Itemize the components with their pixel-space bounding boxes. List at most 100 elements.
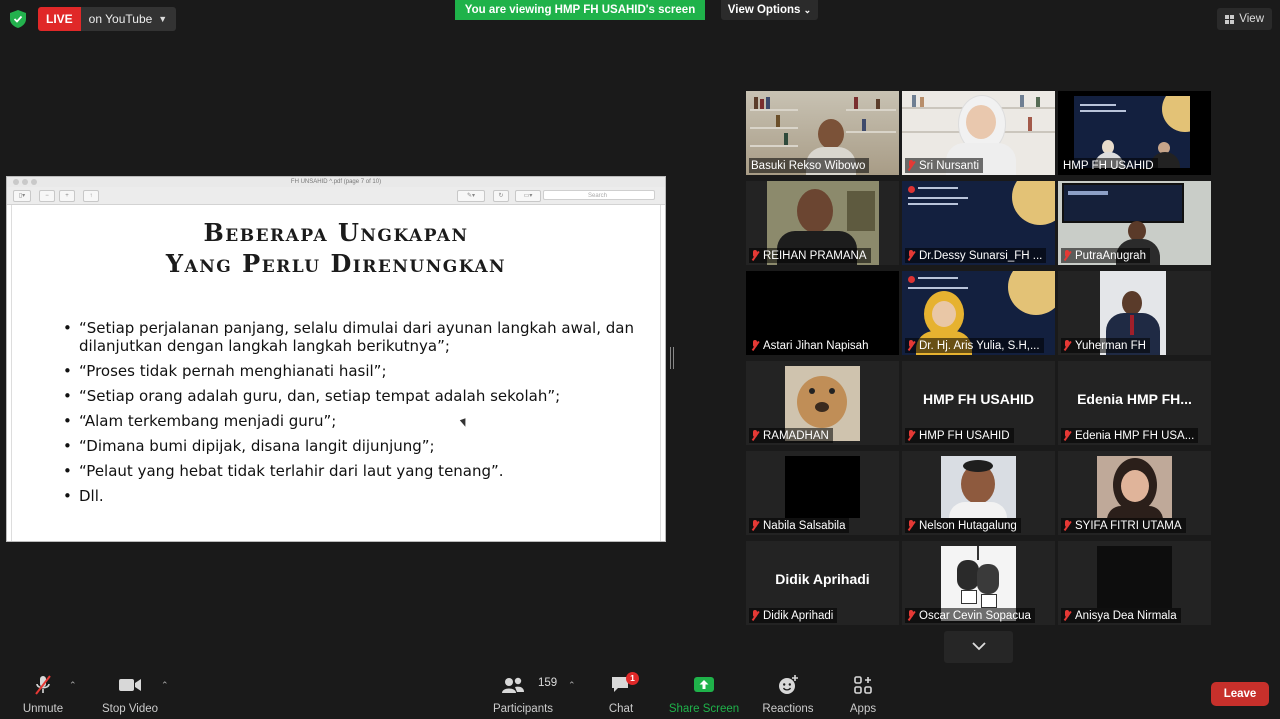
participant-name-label: Basuki Rekso Wibowo [749, 158, 870, 173]
participant-name-label: Dr.Dessy Sunarsi_FH ... [905, 248, 1047, 263]
rotate-icon: ↻ [493, 190, 509, 202]
participant-name-label: Nabila Salsabila [749, 518, 850, 533]
share-icon: ↑ [83, 190, 99, 202]
view-options-button[interactable]: View Options ⌄ [721, 0, 818, 20]
participant-tile[interactable]: SYIFA FITRI UTAMA [1058, 451, 1211, 535]
participant-tile[interactable]: Basuki Rekso Wibowo [746, 91, 899, 175]
slide-bullet-list: “Setiap perjalanan panjang, selalu dimul… [62, 319, 652, 512]
chevron-down-icon: ▼ [158, 14, 168, 24]
chevron-down-icon [972, 642, 986, 651]
chevron-down-icon: ⌄ [803, 5, 812, 15]
participant-tile[interactable]: Nelson Hutagalung [902, 451, 1055, 535]
apps-button[interactable]: Apps [846, 674, 880, 715]
slide-bullet: “Alam terkembang menjadi guru”; [62, 412, 652, 430]
mic-muted-icon [751, 430, 759, 441]
pdf-window-titlebar: FH UNSAHID ^.pdf (page 7 of 10) [7, 177, 665, 187]
mic-muted-icon [907, 520, 915, 531]
annotate-icon: ▭▾ [515, 190, 541, 202]
video-options-caret[interactable]: ⌃ [161, 680, 169, 691]
slide-bullet: “Dimana bumi dipijak, disana langit diju… [62, 437, 652, 455]
mic-muted-icon [907, 610, 915, 621]
participant-avatar [941, 456, 1016, 518]
unmute-button[interactable]: Unmute [20, 674, 66, 715]
participants-options-caret[interactable]: ⌃ [568, 680, 576, 691]
participant-tile[interactable]: Edenia HMP FH... Edenia HMP FH USA... [1058, 361, 1211, 445]
mic-muted-icon [751, 520, 759, 531]
participant-tile[interactable]: Yuherman FH [1058, 271, 1211, 355]
reactions-label: Reactions [762, 703, 814, 715]
mic-muted-icon [35, 675, 51, 695]
mic-muted-icon [751, 250, 759, 261]
chat-label: Chat [608, 703, 634, 715]
next-page-button[interactable] [944, 631, 1013, 663]
zoom-out-icon: − [39, 190, 55, 202]
participant-tile[interactable]: HMP FH USAHID HMP FH USAHID [902, 361, 1055, 445]
smiley-plus-icon [779, 675, 798, 694]
participant-avatar [1097, 456, 1172, 520]
participant-avatar [785, 456, 860, 518]
slide-title-line1: Beberapa Ungkapan [203, 218, 469, 247]
mic-muted-icon [907, 340, 915, 351]
shared-screen[interactable]: FH UNSAHID ^.pdf (page 7 of 10) ▯▾ − + ↑… [6, 176, 666, 542]
slide-bullet: Dll. [62, 487, 652, 505]
slide-title-line2: Yang Perlu Direnungkan [165, 249, 507, 278]
mic-muted-icon [751, 340, 759, 351]
participants-label: Participants [492, 703, 554, 715]
participant-gallery: Basuki Rekso Wibowo Sri Nursanti HMP FH … [746, 91, 1212, 625]
participant-avatar [1097, 546, 1172, 608]
markup-pen-icon: ✎▾ [457, 190, 485, 202]
leave-button[interactable]: Leave [1211, 682, 1269, 706]
participants-icon [502, 677, 524, 693]
participant-tile[interactable]: Sri Nursanti [902, 91, 1055, 175]
stream-target-dropdown[interactable]: on YouTube ▼ [80, 7, 177, 31]
participant-tile[interactable]: Astari Jihan Napisah [746, 271, 899, 355]
participant-tile[interactable]: REIHAN PRAMANA [746, 181, 899, 265]
participant-name-label: Sri Nursanti [905, 158, 984, 173]
participant-name-label: Nelson Hutagalung [905, 518, 1021, 533]
zoom-in-icon: + [59, 190, 75, 202]
mic-muted-icon [1063, 430, 1071, 441]
stop-video-label: Stop Video [101, 703, 159, 715]
slide-bullet: “Pelaut yang hebat tidak terlahir dari l… [62, 462, 652, 480]
pdf-window-title: FH UNSAHID ^.pdf (page 7 of 10) [290, 179, 382, 185]
participant-tile[interactable]: Oscar Cevin Sopacua [902, 541, 1055, 625]
video-camera-icon [119, 679, 141, 691]
share-screen-button[interactable]: Share Screen [668, 674, 740, 715]
participant-name-label: Edenia HMP FH USA... [1061, 428, 1199, 443]
unmute-label: Unmute [22, 703, 64, 715]
split-view-drag-handle[interactable] [670, 347, 674, 369]
participant-tile[interactable]: Didik Aprihadi Didik Aprihadi [746, 541, 899, 625]
live-stream-indicator[interactable]: LIVE on YouTube ▼ [38, 7, 177, 31]
mic-muted-icon [1063, 250, 1071, 261]
slide-bullet: “Setiap perjalanan panjang, selalu dimul… [62, 319, 652, 355]
view-options-label: View Options [727, 4, 801, 16]
participant-name-label: RAMADHAN [749, 428, 833, 443]
participant-name-label: Oscar Cevin Sopacua [905, 608, 1035, 623]
participant-tile[interactable]: HMP FH USAHID [1058, 91, 1211, 175]
audio-options-caret[interactable]: ⌃ [69, 680, 77, 691]
apps-icon [854, 676, 872, 694]
share-screen-icon [694, 677, 714, 692]
participant-tile[interactable]: PutraAnugrah [1058, 181, 1211, 265]
participant-tile[interactable]: Nabila Salsabila [746, 451, 899, 535]
view-layout-button[interactable]: View [1217, 8, 1272, 30]
participant-tile[interactable]: Anisya Dea Nirmala [1058, 541, 1211, 625]
stop-video-button[interactable]: Stop Video [98, 674, 162, 715]
participant-name-label: Astari Jihan Napisah [749, 338, 873, 353]
presentation-slide: Beberapa Ungkapan Yang Perlu Direnungkan… [11, 205, 661, 541]
share-screen-label: Share Screen [668, 703, 740, 715]
mic-muted-icon [907, 250, 915, 261]
participant-tile[interactable]: Dr. Hj. Aris Yulia, S.H,... [902, 271, 1055, 355]
participant-tile[interactable]: Dr.Dessy Sunarsi_FH ... [902, 181, 1055, 265]
pdf-toolbar: ▯▾ − + ↑ ✎▾ ↻ ▭▾ Search [7, 187, 665, 205]
participant-display-name: HMP FH USAHID [923, 391, 1034, 407]
participant-name-label: Anisya Dea Nirmala [1061, 608, 1181, 623]
window-controls [13, 179, 37, 185]
viewing-screen-banner: You are viewing HMP FH USAHID's screen [455, 0, 705, 20]
security-shield-icon[interactable] [10, 10, 26, 28]
participant-name-label: Yuherman FH [1061, 338, 1150, 353]
slide-bullet: “Setiap orang adalah guru, dan, setiap t… [62, 387, 652, 405]
participant-tile[interactable]: RAMADHAN [746, 361, 899, 445]
reactions-button[interactable]: Reactions [761, 674, 815, 715]
grid-view-icon [1225, 14, 1235, 24]
